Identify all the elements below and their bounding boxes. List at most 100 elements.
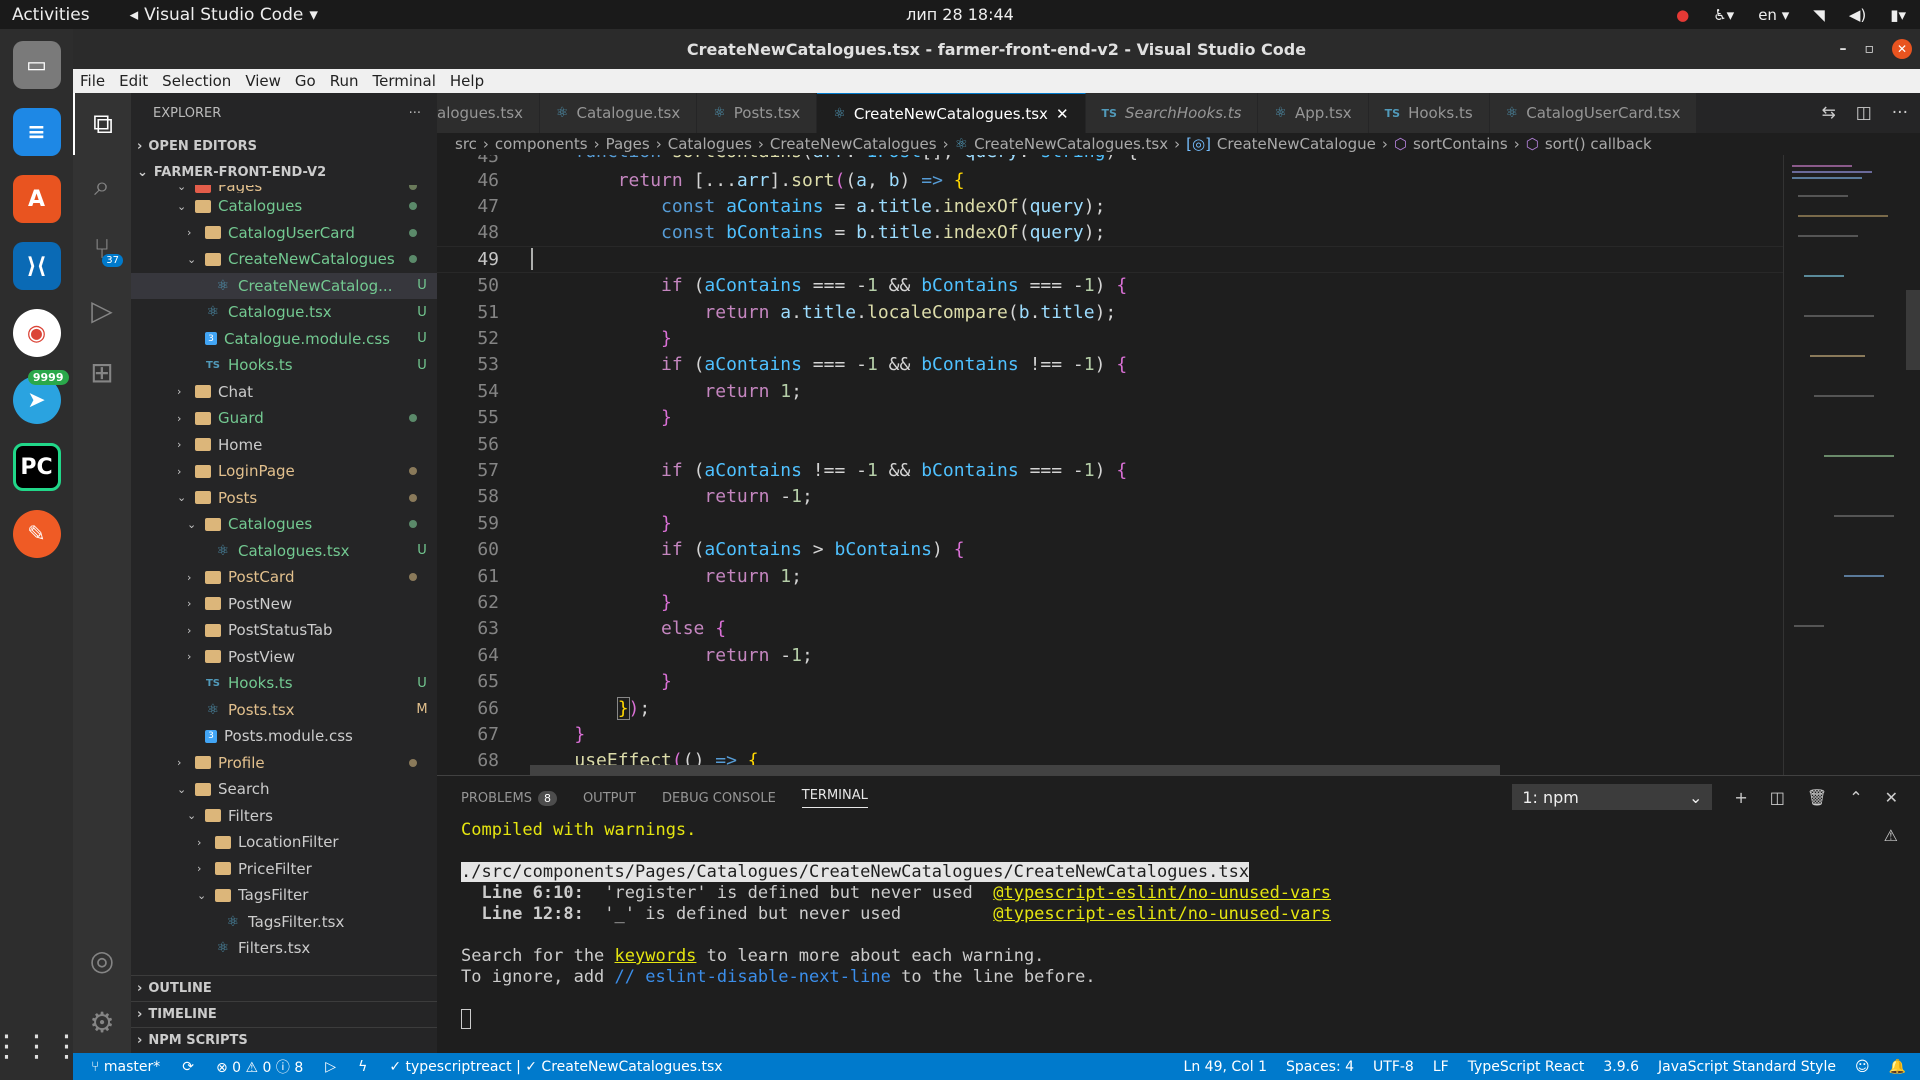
maximize-panel-icon[interactable]: ⌃ [1849, 788, 1862, 807]
tab-app[interactable]: ⚛ App.tsx [1258, 93, 1369, 133]
vscode-dock-icon[interactable]: ⟩⟨ [12, 242, 61, 290]
more-actions-icon[interactable]: ··· [1892, 103, 1908, 123]
feedback-icon[interactable]: ☺ [1855, 1059, 1870, 1075]
terminal-select[interactable]: 1: npm ⌄ [1512, 784, 1713, 810]
tab-catalogue[interactable]: ⚛ Catalogue.tsx [539, 93, 698, 133]
menu-run[interactable]: Run [323, 72, 366, 90]
postman-icon[interactable]: ✎ [12, 510, 61, 558]
line-ending[interactable]: LF [1433, 1059, 1449, 1075]
breadcrumb-item[interactable]: src [455, 135, 477, 153]
code-style[interactable]: JavaScript Standard Style [1658, 1059, 1836, 1075]
tree-item[interactable]: ⌄ Catalogues [131, 511, 437, 538]
tab-hooks[interactable]: TS Hooks.ts [1368, 93, 1490, 133]
indentation[interactable]: Spaces: 4 [1286, 1059, 1354, 1075]
language-selector[interactable]: en ▾ [1758, 6, 1789, 24]
tree-item[interactable]: ⌄ Catalogues [131, 193, 437, 220]
minimap-scrollbar[interactable] [1906, 290, 1920, 370]
tab-posts[interactable]: ⚛ Posts.tsx [697, 93, 818, 133]
extensions-icon[interactable]: ⊞ [73, 341, 131, 403]
close-panel-icon[interactable]: ✕ [1885, 788, 1898, 807]
tab-catalog-user-card[interactable]: ⚛ CatalogUserCard.tsx [1489, 93, 1698, 133]
minimize-icon[interactable]: – [1840, 41, 1847, 57]
tree-item[interactable]: ⌄ TagsFilter [131, 882, 437, 909]
account-icon[interactable]: ◎ [73, 929, 131, 991]
breadcrumb-item[interactable]: sort() callback [1545, 135, 1652, 153]
breadcrumb-item[interactable]: Pages [606, 135, 650, 153]
software-center-icon[interactable]: A [12, 175, 61, 223]
cursor-position[interactable]: Ln 49, Col 1 [1184, 1059, 1267, 1075]
sync-icon[interactable]: ⟳ [182, 1059, 194, 1075]
telegram-icon[interactable]: ➤ 9999 [12, 370, 69, 424]
bell-icon[interactable]: 🔔 [1889, 1059, 1906, 1075]
run-debug-icon[interactable]: ▷ [73, 279, 131, 341]
language-mode[interactable]: TypeScript React [1468, 1059, 1585, 1075]
tree-item[interactable]: ⌄ CreateNewCatalogues [131, 246, 437, 273]
tree-item[interactable]: ⚛ Posts.tsx M [131, 697, 437, 724]
breadcrumb-item[interactable]: CreateNewCatalogue [1217, 135, 1376, 153]
search-icon[interactable]: ⌕ [73, 155, 131, 217]
tab-search-hooks[interactable]: TS SearchHooks.ts [1085, 93, 1259, 133]
lightning-icon[interactable]: ϟ [358, 1059, 367, 1075]
breadcrumb-item[interactable]: components [495, 135, 588, 153]
menu-terminal[interactable]: Terminal [366, 72, 443, 90]
tree-item[interactable]: ⌄ Filters [131, 803, 437, 830]
wifi-icon[interactable]: ◥ [1813, 6, 1825, 24]
timeline-section[interactable]: › TIMELINE [131, 1001, 437, 1027]
settings-gear-icon[interactable]: ⚙ [73, 991, 131, 1053]
npm-scripts-section[interactable]: › NPM SCRIPTS [131, 1027, 437, 1053]
volume-icon[interactable]: ◀) [1849, 6, 1866, 24]
accessibility-icon[interactable]: ♿▾ [1713, 6, 1734, 24]
breadcrumb-item[interactable]: CreateNewCatalogues [770, 135, 937, 153]
breadcrumb-item[interactable]: CreateNewCatalogues.tsx [974, 135, 1168, 153]
menu-help[interactable]: Help [443, 72, 491, 90]
breadcrumb-item[interactable]: sortContains [1413, 135, 1508, 153]
tree-item[interactable]: › CatalogUserCard [131, 220, 437, 247]
tree-item[interactable]: ⌄ Posts [131, 485, 437, 512]
project-section[interactable]: ⌄ FARMER-FRONT-END-V2 [131, 159, 437, 185]
tab-create-new-catalogues[interactable]: ⚛ CreateNewCatalogues.tsx ✕ [817, 93, 1086, 133]
tab-catalogues-partial[interactable]: alogues.tsx [437, 93, 540, 133]
tab-output[interactable]: OUTPUT [583, 791, 636, 806]
warning-icon[interactable]: ⚠ [1884, 826, 1898, 845]
tree-item[interactable]: › Profile [131, 750, 437, 777]
tree-item[interactable]: › LocationFilter [131, 829, 437, 856]
tree-item[interactable]: › PostView [131, 644, 437, 671]
horizontal-scrollbar[interactable] [530, 765, 1500, 775]
tree-item[interactable]: 3 Catalogue.module.css U [131, 326, 437, 353]
trash-icon[interactable]: 🗑 [1807, 788, 1827, 807]
tab-terminal[interactable]: TERMINAL [801, 788, 868, 808]
tree-item[interactable]: › Guard [131, 405, 437, 432]
menu-go[interactable]: Go [288, 72, 323, 90]
tree-item[interactable]: › Chat [131, 379, 437, 406]
tree-item[interactable]: › Home [131, 432, 437, 459]
pycharm-icon[interactable]: PC [12, 443, 61, 491]
minimap[interactable] [1783, 155, 1920, 775]
writer-icon[interactable]: ≡ [12, 108, 61, 156]
tree-item[interactable]: ⚛ Filters.tsx [131, 935, 437, 962]
open-editors-section[interactable]: › OPEN EDITORS [131, 133, 437, 159]
record-icon[interactable]: ● [1676, 6, 1689, 24]
tree-item[interactable]: ⌄ Pages [131, 185, 437, 193]
restore-icon[interactable]: ▫ [1865, 41, 1875, 57]
tree-item[interactable]: › LoginPage [131, 458, 437, 485]
tree-item[interactable]: › PriceFilter [131, 856, 437, 883]
source-control-icon[interactable]: ⑂ 37 [73, 217, 131, 279]
tab-problems[interactable]: PROBLEMS 8 [461, 790, 557, 806]
clock[interactable]: лип 28 18:44 [906, 5, 1014, 24]
activities-button[interactable]: Activities [0, 5, 102, 25]
tree-item[interactable]: 3 Posts.module.css [131, 723, 437, 750]
close-icon[interactable]: ✕ [1892, 39, 1912, 59]
split-terminal-icon[interactable]: ◫ [1770, 788, 1785, 807]
tree-item[interactable]: TS Hooks.ts U [131, 670, 437, 697]
apps-grid-icon[interactable]: ⋮⋮⋮ [0, 1029, 82, 1064]
menu-selection[interactable]: Selection [155, 72, 238, 90]
outline-section[interactable]: › OUTLINE [131, 975, 437, 1001]
menu-file[interactable]: File [73, 72, 112, 90]
encoding[interactable]: UTF-8 [1373, 1059, 1414, 1075]
files-icon[interactable]: ▭ [12, 41, 61, 89]
tree-item[interactable]: ⚛ Catalogue.tsx U [131, 299, 437, 326]
chrome-icon[interactable]: ◉ [12, 309, 61, 357]
menu-edit[interactable]: Edit [112, 72, 155, 90]
problems-indicator[interactable]: ⊗ 0 ⚠ 0 ⓘ 8 [216, 1057, 303, 1077]
tree-item[interactable]: ⚛ Catalogues.tsx U [131, 538, 437, 565]
